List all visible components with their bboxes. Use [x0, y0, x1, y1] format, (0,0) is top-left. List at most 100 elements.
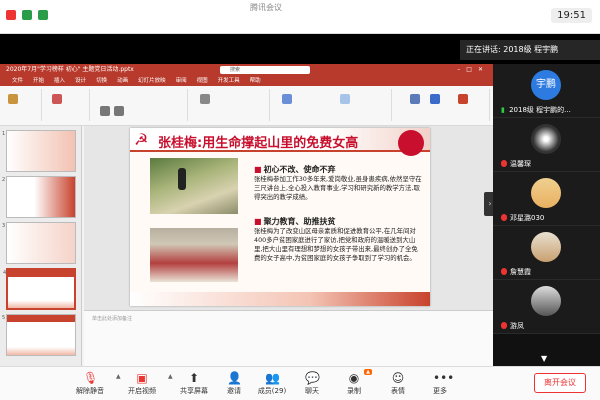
signal-icon: [38, 10, 48, 20]
ppt-search-box[interactable]: 搜索: [220, 66, 310, 74]
mic-muted-icon: [501, 322, 507, 329]
meeting-toolbar: 🎙 解除静音 ▲ ▣ 开启视频 ▲ ⬆ 共享屏幕 👤 邀请 👥 成员(29) 💬…: [0, 366, 600, 400]
photo-zhang-guimei-outdoor: [150, 158, 238, 214]
unmute-button[interactable]: 🎙 解除静音: [68, 371, 112, 396]
slide-thumbnail[interactable]: 5: [2, 314, 76, 356]
ribbon-group-editing: [394, 89, 490, 121]
tab-file[interactable]: 文件: [12, 76, 23, 86]
ribbon-group-slides: [44, 89, 90, 121]
app-icon: [6, 10, 16, 20]
slide-thumbnail[interactable]: 1: [2, 130, 76, 172]
ppt-ribbon: [0, 86, 493, 126]
avatar: [531, 124, 561, 154]
slide-editing-area: ☭ 张桂梅:用生命撑起山里的免费女高 初心不改、使命不弃 张桂梅参加工作30多年…: [84, 126, 493, 366]
participant-name: 詹慧霞: [510, 268, 531, 276]
avatar: [531, 232, 561, 262]
section-heading: 初心不改、使命不弃: [254, 164, 336, 175]
leave-meeting-button[interactable]: 离开会议: [534, 373, 586, 393]
mic-icon: ▮: [501, 106, 505, 114]
emoji-icon: ☺: [391, 371, 405, 385]
paste-icon[interactable]: [8, 94, 18, 104]
participant-name: 游凤: [510, 322, 524, 330]
party-emblem-icon: ☭: [134, 130, 149, 149]
tab-developer[interactable]: 开发工具: [218, 76, 240, 86]
more-icon: •••: [433, 371, 455, 385]
record-button[interactable]: ◉ 录制 ▲: [332, 369, 376, 396]
window-title: 腾讯会议: [250, 3, 282, 12]
record-badge: ▲: [364, 369, 372, 375]
share-screen-button[interactable]: ▲ ⬆ 共享屏幕: [168, 371, 216, 396]
tab-help[interactable]: 帮助: [250, 76, 261, 86]
section-text: 张桂梅为了改变山区母亲素质和促进教育公平,在几年间对400多户贫困家庭进行了家访…: [254, 227, 418, 262]
participant-tile[interactable]: 邓星潞030: [493, 172, 600, 226]
avatar: [531, 286, 561, 316]
participant-tile[interactable]: 温馨琛: [493, 118, 600, 172]
mic-muted-icon: [501, 214, 507, 221]
bold-icon[interactable]: [100, 106, 110, 116]
party-seal-icon: [398, 130, 424, 156]
camera-off-icon: ▣: [136, 371, 148, 385]
tab-view[interactable]: 视图: [197, 76, 208, 86]
ppt-window-title: 2020年7月"学习榜样 初心" 主题党日活动.pptx: [6, 66, 134, 73]
more-button[interactable]: ••• 更多: [418, 371, 462, 396]
tab-slideshow[interactable]: 幻灯片放映: [138, 76, 166, 86]
participant-tile[interactable]: 游凤: [493, 280, 600, 334]
tab-animations[interactable]: 动画: [117, 76, 128, 86]
current-slide[interactable]: ☭ 张桂梅:用生命撑起山里的免费女高 初心不改、使命不弃 张桂梅参加工作30多年…: [130, 128, 430, 306]
notes-pane[interactable]: 单击此处添加备注: [84, 310, 493, 366]
participant-name: 2018级 程宇鹏的...: [509, 106, 571, 114]
participant-panel: 宇鹏 ▮ 2018级 程宇鹏的... 温馨琛 邓星潞030 詹慧霞 游凤 ▼: [493, 64, 600, 366]
tab-design[interactable]: 设计: [75, 76, 86, 86]
ppt-title-bar: 2020年7月"学习榜样 初心" 主题党日活动.pptx 搜索 –□✕: [0, 64, 493, 76]
tab-home[interactable]: 开始: [33, 76, 44, 86]
tab-review[interactable]: 审阅: [176, 76, 187, 86]
start-video-button[interactable]: ▲ ▣ 开启视频: [116, 371, 164, 396]
mic-muted-icon: 🎙: [83, 371, 99, 385]
slide-thumbnail-selected[interactable]: 4: [3, 268, 76, 310]
new-slide-icon[interactable]: [52, 94, 62, 104]
avatar: [531, 178, 561, 208]
chevron-up-icon[interactable]: ▲: [116, 373, 121, 380]
chevron-up-icon[interactable]: ▲: [168, 373, 173, 380]
find-icon[interactable]: [410, 94, 420, 104]
section-heading: 聚力教育、助推扶贫: [254, 216, 336, 227]
notes-placeholder: 单击此处添加备注: [92, 316, 133, 322]
photo-zhang-guimei-classroom: [150, 228, 238, 282]
window-controls[interactable]: –□✕: [457, 64, 489, 76]
record-icon: ◉: [348, 371, 360, 385]
meeting-window: 腾讯会议 19:51 正在讲话: 2018级 程宇鹏 2020年7月"学习榜样 …: [0, 0, 600, 400]
italic-icon[interactable]: [114, 106, 124, 116]
design-ideas-icon[interactable]: [458, 94, 468, 104]
slide-bottom-band: [130, 292, 430, 306]
emoji-button[interactable]: ☺ 表情: [376, 371, 420, 396]
slide-thumbnail[interactable]: 3: [2, 222, 76, 264]
share-screen-icon: ⬆: [188, 371, 200, 385]
participant-name: 温馨琛: [510, 160, 531, 168]
participant-tile[interactable]: 宇鹏 ▮ 2018级 程宇鹏的...: [493, 64, 600, 118]
tab-transitions[interactable]: 切换: [96, 76, 107, 86]
participant-name: 邓星潞030: [510, 214, 545, 222]
speaking-indicator: 正在讲话: 2018级 程宇鹏: [460, 40, 600, 60]
chat-icon: 💬: [305, 371, 320, 385]
section-text: 张桂梅参加工作30多年来,爱岗敬业,虽身患疾病,依然坚守在三尺讲台上,全心投入教…: [254, 175, 422, 201]
slide-title: 张桂梅:用生命撑起山里的免费女高: [158, 136, 359, 151]
chat-button[interactable]: 💬 聊天: [290, 371, 334, 396]
align-icon[interactable]: [200, 94, 210, 104]
speaking-name: 2018级 程宇鹏: [503, 45, 559, 54]
shapes-icon[interactable]: [282, 94, 292, 104]
members-button[interactable]: 👥 成员(29): [250, 371, 294, 396]
meeting-clock: 19:51: [551, 8, 592, 23]
mic-muted-icon: [501, 160, 507, 167]
scroll-down-icon[interactable]: ▼: [541, 354, 547, 363]
tab-insert[interactable]: 插入: [54, 76, 65, 86]
dictate-icon[interactable]: [430, 94, 440, 104]
participant-tile[interactable]: 詹慧霞: [493, 226, 600, 280]
arrange-icon[interactable]: [340, 94, 350, 104]
ppt-ribbon-tabs: 文件 开始 插入 设计 切换 动画 幻灯片放映 审阅 视图 开发工具 帮助: [0, 76, 493, 86]
mic-muted-icon: [501, 268, 507, 275]
slide-thumbnail[interactable]: 2: [2, 176, 76, 218]
speaking-prefix: 正在讲话:: [466, 45, 501, 54]
slide-thumbnail-pane: 1 2 3 4 5: [0, 126, 82, 366]
ribbon-group-font: [92, 89, 188, 121]
shield-icon: [22, 10, 32, 20]
